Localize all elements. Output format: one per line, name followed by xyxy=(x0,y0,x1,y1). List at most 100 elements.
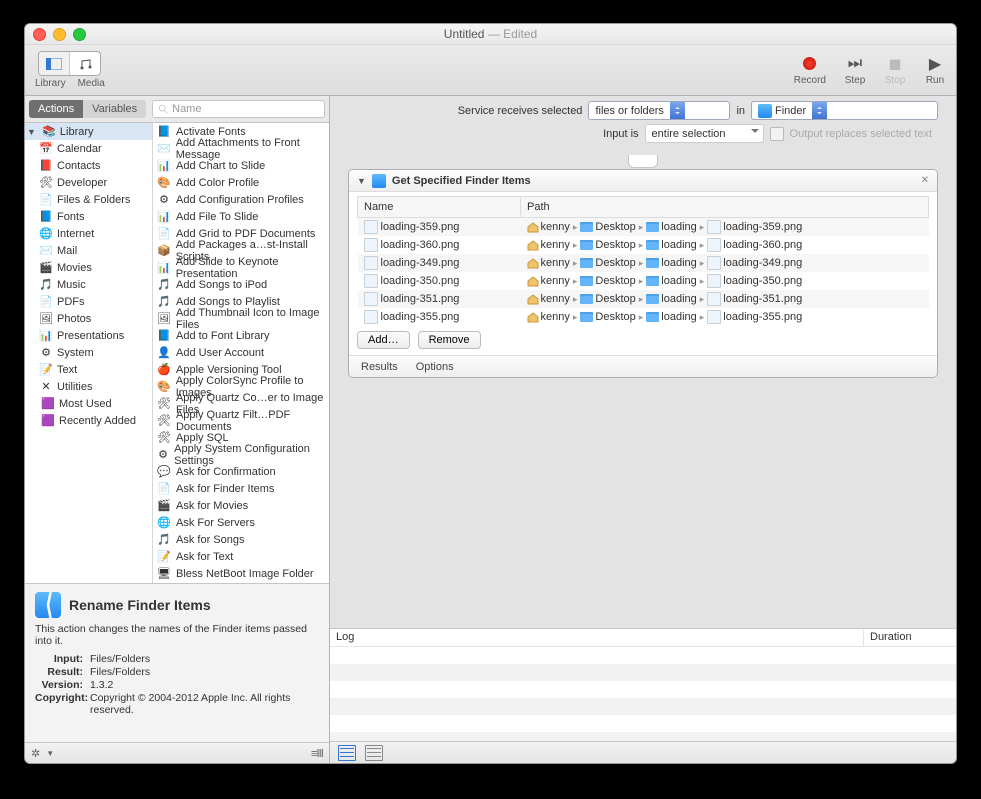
log-rows xyxy=(330,647,956,741)
window-title: Untitled — Edited xyxy=(25,27,956,41)
sidebar-icon xyxy=(46,58,62,70)
category-item[interactable]: 🟪Most Used xyxy=(25,395,152,412)
category-item[interactable]: 🎬Movies xyxy=(25,259,152,276)
view-log-button[interactable] xyxy=(365,745,383,761)
log-col-duration[interactable]: Duration xyxy=(864,629,956,646)
folder-icon xyxy=(580,240,593,250)
action-item[interactable]: ⚙Add Configuration Profiles xyxy=(153,191,329,208)
category-item[interactable]: 🛠Developer xyxy=(25,174,152,191)
action-item[interactable]: 📄Ask for Finder Items xyxy=(153,480,329,497)
log-pane: Log Duration xyxy=(330,628,956,741)
service-app-select[interactable]: Finder xyxy=(751,101,938,120)
library-pane: Actions Variables Name ▼📚Library📅Calenda… xyxy=(25,96,330,763)
category-item[interactable]: 📊Presentations xyxy=(25,327,152,344)
file-icon xyxy=(707,310,721,324)
file-icon xyxy=(707,292,721,306)
library-footer: ✲ ▼ ≡Ⅲ xyxy=(25,742,329,763)
action-item[interactable]: ✉️Add Attachments to Front Message xyxy=(153,140,329,157)
category-list[interactable]: ▼📚Library📅Calendar📕Contacts🛠Developer📄Fi… xyxy=(25,123,153,583)
file-icon xyxy=(364,274,378,288)
workflow-canvas[interactable]: ▼ Get Specified Finder Items ✕ Name Path… xyxy=(330,169,956,628)
category-item[interactable]: 🎵Music xyxy=(25,276,152,293)
workflow-pane: Service receives selected files or folde… xyxy=(330,96,956,763)
resize-handle[interactable]: ≡Ⅲ xyxy=(311,747,323,760)
action-item[interactable]: 🌐Ask For Servers xyxy=(153,514,329,531)
record-button[interactable]: Record xyxy=(794,55,826,86)
library-toggle[interactable] xyxy=(39,52,70,75)
category-item[interactable]: ✕Utilities xyxy=(25,378,152,395)
run-button[interactable]: ▶Run xyxy=(924,55,946,86)
action-description: Rename Finder Items This action changes … xyxy=(25,583,329,742)
table-row[interactable]: loading-349.png kenny▸ Desktop▸ loading▸… xyxy=(358,254,929,272)
search-input[interactable]: Name xyxy=(152,100,325,118)
tab-actions[interactable]: Actions xyxy=(29,100,83,118)
close-action-button[interactable]: ✕ xyxy=(921,175,929,186)
file-icon xyxy=(364,310,378,324)
files-table[interactable]: Name Path loading-359.png kenny▸ Desktop… xyxy=(357,196,929,326)
input-is-select[interactable]: entire selection xyxy=(645,124,764,143)
category-item[interactable]: 📄Files & Folders xyxy=(25,191,152,208)
library-tabs[interactable]: Actions Variables xyxy=(29,100,146,118)
gear-icon[interactable]: ✲ xyxy=(31,747,40,760)
file-icon xyxy=(707,274,721,288)
action-item[interactable]: 👤Add User Account xyxy=(153,344,329,361)
folder-icon xyxy=(646,258,659,268)
category-item[interactable]: 📕Contacts xyxy=(25,157,152,174)
tab-variables[interactable]: Variables xyxy=(83,100,146,118)
action-item[interactable]: 🖼Add Thumbnail Icon to Image Files xyxy=(153,310,329,327)
remove-button[interactable]: Remove xyxy=(418,331,481,349)
action-item[interactable]: 🎨Add Color Profile xyxy=(153,174,329,191)
table-row[interactable]: loading-350.png kenny▸ Desktop▸ loading▸… xyxy=(358,272,929,290)
results-tab[interactable]: Results xyxy=(361,361,398,373)
folder-icon xyxy=(646,276,659,286)
action-card-get-finder-items: ▼ Get Specified Finder Items ✕ Name Path… xyxy=(348,169,938,378)
category-item[interactable]: 🌐Internet xyxy=(25,225,152,242)
action-item[interactable]: 🎵Ask for Songs xyxy=(153,531,329,548)
library-label: Library xyxy=(35,78,66,89)
service-type-select[interactable]: files or folders xyxy=(588,101,730,120)
view-workflow-button[interactable] xyxy=(338,745,356,761)
folder-icon xyxy=(646,294,659,304)
folder-icon xyxy=(646,222,659,232)
chevron-down-icon[interactable]: ▼ xyxy=(46,749,54,758)
action-item[interactable]: 🎬Ask for Movies xyxy=(153,497,329,514)
category-item[interactable]: 📄PDFs xyxy=(25,293,152,310)
category-item[interactable]: 🟪Recently Added xyxy=(25,412,152,429)
category-item[interactable]: ▼📚Library xyxy=(25,123,152,140)
action-item[interactable]: 📝Ask for Text xyxy=(153,548,329,565)
disclosure-triangle[interactable]: ▼ xyxy=(357,176,366,186)
table-row[interactable]: loading-351.png kenny▸ Desktop▸ loading▸… xyxy=(358,290,929,308)
action-item[interactable]: 🛠Apply Quartz Filt…PDF Documents xyxy=(153,412,329,429)
category-item[interactable]: 📝Text xyxy=(25,361,152,378)
col-name[interactable]: Name xyxy=(358,197,521,218)
step-icon: ⏭ xyxy=(844,55,866,73)
media-toggle[interactable] xyxy=(70,52,100,75)
options-tab[interactable]: Options xyxy=(416,361,454,373)
col-path[interactable]: Path xyxy=(521,197,929,218)
play-icon: ▶ xyxy=(924,55,946,73)
folder-icon xyxy=(580,312,593,322)
category-item[interactable]: ✉️Mail xyxy=(25,242,152,259)
category-item[interactable]: 📅Calendar xyxy=(25,140,152,157)
finder-icon xyxy=(35,592,61,618)
stop-button[interactable]: ◼Stop xyxy=(884,55,906,86)
table-row[interactable]: loading-355.png kenny▸ Desktop▸ loading▸… xyxy=(358,308,929,326)
add-button[interactable]: Add… xyxy=(357,331,410,349)
category-item[interactable]: ⚙System xyxy=(25,344,152,361)
category-item[interactable]: 🖼Photos xyxy=(25,310,152,327)
output-replaces-label: Output replaces selected text xyxy=(790,128,932,140)
action-item[interactable]: 🖥Bless NetBoot Image Folder xyxy=(153,565,329,582)
step-button[interactable]: ⏭Step xyxy=(844,55,866,86)
table-row[interactable]: loading-360.png kenny▸ Desktop▸ loading▸… xyxy=(358,236,929,254)
file-icon xyxy=(707,238,721,252)
log-col-log[interactable]: Log xyxy=(330,629,864,646)
action-item[interactable]: ⚙Apply System Configuration Settings xyxy=(153,446,329,463)
file-icon xyxy=(707,256,721,270)
action-list[interactable]: 📘Activate Fonts✉️Add Attachments to Fron… xyxy=(153,123,329,583)
workflow-footer xyxy=(330,741,956,763)
category-item[interactable]: 📘Fonts xyxy=(25,208,152,225)
table-row[interactable]: loading-359.png kenny▸ Desktop▸ loading▸… xyxy=(358,218,929,237)
action-item[interactable]: 📊Add Slide to Keynote Presentation xyxy=(153,259,329,276)
folder-icon xyxy=(580,294,593,304)
action-item[interactable]: 📊Add File To Slide xyxy=(153,208,329,225)
